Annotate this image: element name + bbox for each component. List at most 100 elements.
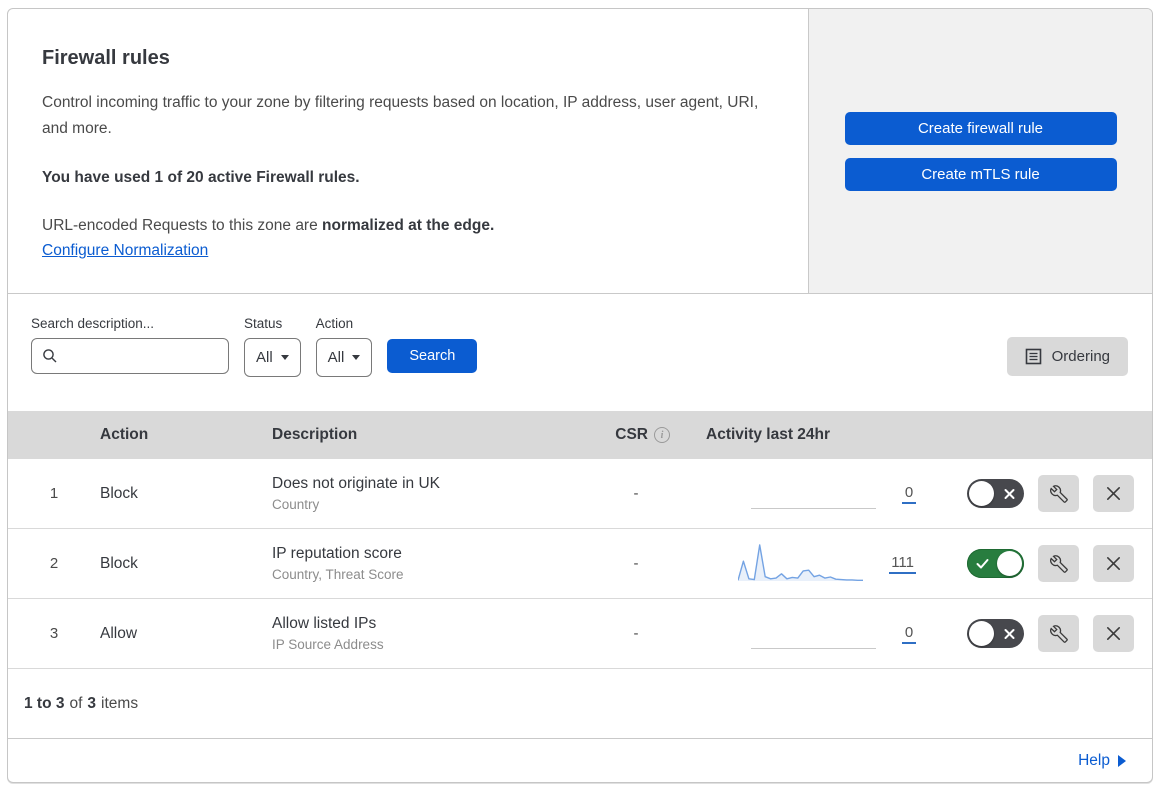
toggle-knob bbox=[969, 481, 994, 506]
rule-description-cell: Allow listed IPs IP Source Address bbox=[272, 615, 602, 652]
ordering-button-label: Ordering bbox=[1051, 348, 1110, 365]
ordering-button[interactable]: Ordering bbox=[1006, 337, 1128, 376]
close-icon bbox=[1106, 556, 1121, 571]
pagination-range: 1 to 3 bbox=[24, 694, 65, 712]
rule-action: Block bbox=[100, 554, 138, 572]
toggle-x-icon bbox=[1004, 628, 1015, 639]
status-select-value: All bbox=[256, 349, 273, 366]
rule-activity-cell: 111 bbox=[670, 542, 920, 586]
rule-enabled-toggle[interactable] bbox=[967, 619, 1024, 648]
search-button[interactable]: Search bbox=[387, 339, 478, 373]
rule-fields: IP Source Address bbox=[272, 637, 384, 652]
list-icon bbox=[1025, 348, 1042, 365]
rule-controls bbox=[920, 615, 1152, 652]
rule-description: Does not originate in UK bbox=[272, 475, 441, 492]
page-description: Control incoming traffic to your zone by… bbox=[42, 94, 759, 138]
arrow-right-icon bbox=[1118, 754, 1126, 767]
toggle-check-icon bbox=[976, 558, 989, 569]
rule-controls bbox=[920, 475, 1152, 512]
rule-enabled-toggle[interactable] bbox=[967, 479, 1024, 508]
delete-rule-button[interactable] bbox=[1093, 615, 1134, 652]
table-row: 3 Allow Allow listed IPs IP Source Addre… bbox=[8, 599, 1152, 669]
rule-csr: - bbox=[633, 485, 639, 502]
intro-section: Firewall rules Control incoming traffic … bbox=[8, 9, 1152, 294]
rule-action: Allow bbox=[100, 624, 138, 642]
page-title: Firewall rules bbox=[42, 47, 170, 69]
rule-activity-cell: 0 bbox=[670, 612, 920, 656]
column-csr: CSR i bbox=[602, 426, 670, 444]
filter-bar: Search description... Status All Action … bbox=[8, 294, 1152, 411]
action-select-value: All bbox=[327, 349, 345, 366]
activity-count-link[interactable]: 0 bbox=[902, 624, 916, 644]
column-description: Description bbox=[272, 426, 358, 443]
normalization-note-bold: normalized at the edge. bbox=[322, 216, 495, 234]
rule-controls bbox=[920, 545, 1152, 582]
status-label: Status bbox=[244, 316, 283, 331]
edit-rule-button[interactable] bbox=[1038, 475, 1079, 512]
help-bar: Help bbox=[8, 739, 1152, 782]
help-link[interactable]: Help bbox=[1078, 752, 1110, 770]
rule-description-cell: IP reputation score Country, Threat Scor… bbox=[272, 545, 602, 582]
edit-rule-button[interactable] bbox=[1038, 615, 1079, 652]
activity-count-link[interactable]: 111 bbox=[889, 554, 916, 574]
close-icon bbox=[1106, 626, 1121, 641]
normalization-note-text: URL-encoded Requests to this zone are bbox=[42, 216, 318, 234]
table-row: 2 Block IP reputation score Country, Thr… bbox=[8, 529, 1152, 599]
search-icon bbox=[42, 348, 58, 364]
create-mtls-rule-button[interactable]: Create mTLS rule bbox=[844, 158, 1117, 191]
wrench-icon bbox=[1049, 554, 1068, 573]
rule-priority: 2 bbox=[49, 555, 59, 572]
rule-priority: 3 bbox=[49, 625, 59, 642]
create-firewall-rule-button[interactable]: Create firewall rule bbox=[844, 112, 1117, 145]
activity-sparkline bbox=[738, 542, 864, 586]
activity-count-link[interactable]: 0 bbox=[902, 484, 916, 504]
chevron-down-icon bbox=[352, 355, 361, 360]
activity-flatline bbox=[751, 612, 876, 656]
search-input-box[interactable] bbox=[31, 338, 229, 374]
column-activity: Activity last 24hr bbox=[706, 426, 831, 443]
info-icon[interactable]: i bbox=[654, 427, 670, 443]
action-label: Action bbox=[315, 316, 354, 331]
delete-rule-button[interactable] bbox=[1093, 545, 1134, 582]
pagination-total: 3 bbox=[87, 694, 97, 712]
configure-normalization-link[interactable]: Configure Normalization bbox=[42, 242, 208, 259]
search-field: Search description... bbox=[31, 316, 229, 374]
activity-flatline bbox=[751, 472, 876, 516]
action-field: Action All bbox=[315, 316, 373, 377]
column-action: Action bbox=[100, 426, 149, 443]
rule-action: Block bbox=[100, 484, 138, 502]
edit-rule-button[interactable] bbox=[1038, 545, 1079, 582]
pagination-items: items bbox=[101, 694, 139, 712]
wrench-icon bbox=[1049, 484, 1068, 503]
rule-description-cell: Does not originate in UK Country bbox=[272, 475, 602, 512]
rule-activity-cell: 0 bbox=[670, 472, 920, 516]
pagination-of: of bbox=[69, 694, 83, 712]
delete-rule-button[interactable] bbox=[1093, 475, 1134, 512]
chevron-down-icon bbox=[280, 355, 289, 360]
wrench-icon bbox=[1049, 624, 1068, 643]
table-header: Action Description CSR i Activity last 2… bbox=[8, 411, 1152, 459]
rule-fields: Country bbox=[272, 497, 320, 512]
search-label: Search description... bbox=[31, 316, 155, 331]
rule-fields: Country, Threat Score bbox=[272, 567, 404, 582]
normalization-note: URL-encoded Requests to this zone are no… bbox=[42, 217, 768, 235]
search-input[interactable] bbox=[65, 348, 218, 364]
toggle-knob bbox=[969, 621, 994, 646]
rule-csr: - bbox=[633, 625, 639, 642]
rule-description: Allow listed IPs bbox=[272, 615, 377, 632]
rule-priority: 1 bbox=[49, 485, 59, 502]
status-field: Status All bbox=[244, 316, 301, 377]
rule-description: IP reputation score bbox=[272, 545, 402, 562]
actions-panel: Create firewall rule Create mTLS rule bbox=[808, 9, 1152, 293]
status-select[interactable]: All bbox=[244, 338, 301, 377]
toggle-x-icon bbox=[1004, 488, 1015, 499]
pagination-summary: 1 to 3 of 3 items bbox=[8, 669, 1152, 739]
toggle-knob bbox=[997, 551, 1022, 576]
table-row: 1 Block Does not originate in UK Country… bbox=[8, 459, 1152, 529]
action-select[interactable]: All bbox=[315, 338, 373, 377]
usage-summary: You have used 1 of 20 active Firewall ru… bbox=[42, 168, 360, 186]
close-icon bbox=[1106, 486, 1121, 501]
rule-enabled-toggle[interactable] bbox=[967, 549, 1024, 578]
intro-text-block: Firewall rules Control incoming traffic … bbox=[8, 9, 808, 293]
rule-csr: - bbox=[633, 555, 639, 572]
